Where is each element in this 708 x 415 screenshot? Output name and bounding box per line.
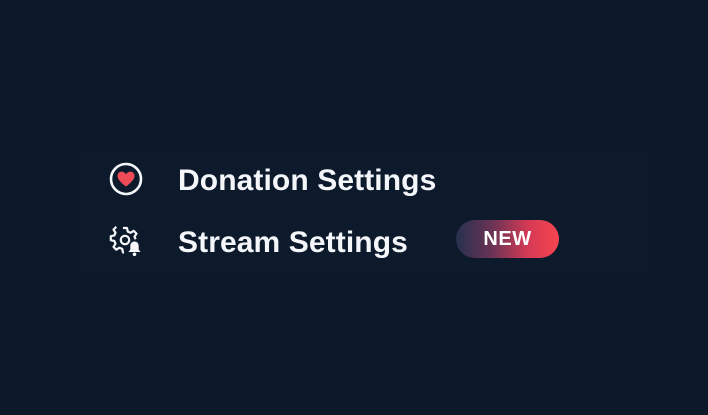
donation-settings-item[interactable]: Donation Settings	[77, 155, 649, 207]
settings-menu: Donation Settings Stream Settings NEW	[77, 151, 649, 275]
new-badge: NEW	[456, 220, 559, 258]
donation-settings-label: Donation Settings	[178, 164, 437, 197]
stream-settings-label: Stream Settings	[178, 226, 408, 259]
gear-bell-icon	[109, 226, 141, 257]
stream-settings-item[interactable]: Stream Settings NEW	[77, 217, 649, 269]
heart-icon	[109, 162, 143, 196]
